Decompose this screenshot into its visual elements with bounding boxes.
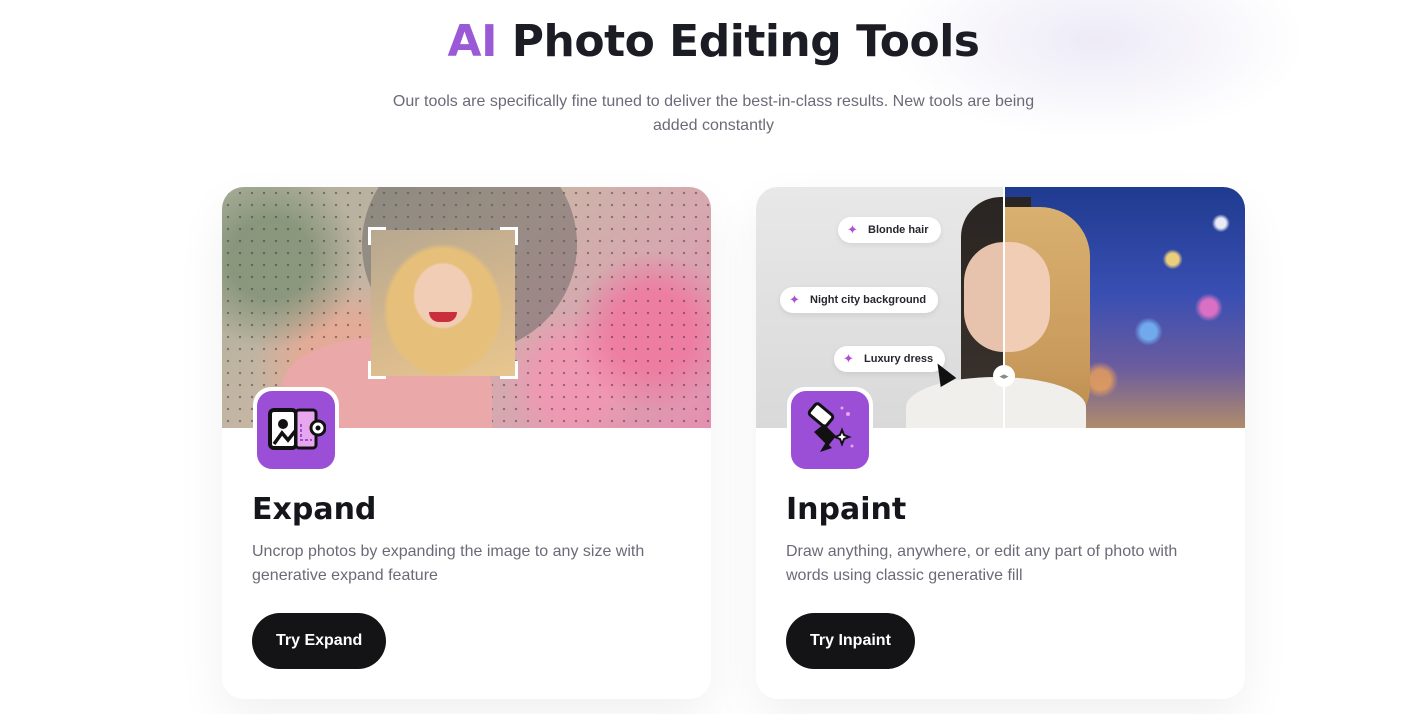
card-title: Expand [252,492,377,527]
tool-card-inpaint: ◂▸ ✦ Blonde hair ✦ Night city background… [756,187,1245,699]
compare-handle-icon[interactable]: ◂▸ [993,365,1015,387]
inpaint-icon-badge [787,387,873,473]
expand-icon [268,408,326,450]
prompt-chip: ✦ Luxury dress [834,346,946,372]
page-subtitle: Our tools are specifically fine tuned to… [392,93,1035,134]
prompt-chip: ✦ Blonde hair [838,217,941,243]
prompt-chip: ✦ Night city background [780,287,939,313]
compare-divider[interactable] [1003,187,1005,428]
crop-frame [368,227,518,379]
card-title: Inpaint [786,492,907,527]
tools-grid: Expand Uncrop photos by expanding the im… [222,187,1246,699]
try-inpaint-button[interactable]: Try Inpaint [786,613,915,669]
card-description: Uncrop photos by expanding the image to … [252,543,645,584]
tool-card-expand: Expand Uncrop photos by expanding the im… [222,187,711,699]
try-expand-button[interactable]: Try Expand [252,613,387,669]
expand-icon-badge [253,387,339,473]
card-description: Draw anything, anywhere, or edit any par… [786,543,1178,584]
sparkle-icon: ✦ [789,292,800,307]
sparkle-icon: ✦ [843,351,854,366]
title-accent: AI [447,16,498,67]
brush-icon [807,402,854,452]
page-title: AI Photo Editing Tools [0,14,1427,70]
title-text: Photo Editing Tools [511,16,980,67]
hero-section: AI Photo Editing Tools Our tools are spe… [0,14,1427,138]
sparkle-icon: ✦ [847,222,858,237]
